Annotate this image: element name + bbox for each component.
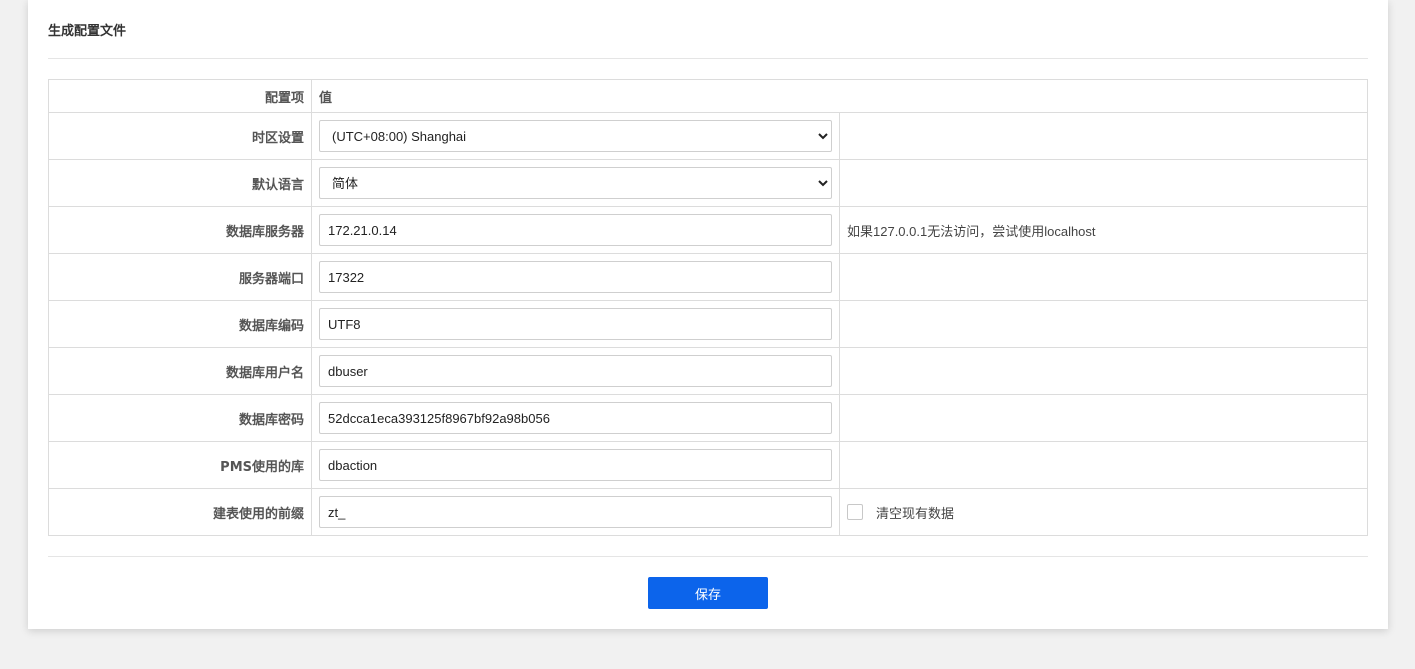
row-label-language: 默认语言 (48, 159, 312, 207)
row-hint-db-encoding (839, 300, 1368, 348)
table-row: 默认语言 简体 (48, 159, 1368, 207)
page-title: 生成配置文件 (48, 24, 127, 39)
clear-data-checkbox[interactable] (847, 504, 863, 520)
config-table: 配置项 值 时区设置 (UTC+08:00) Shanghai 默认语言 简体 … (48, 79, 1368, 536)
header-config-item: 配置项 (48, 79, 312, 113)
header-value: 值 (311, 79, 1368, 113)
row-label-timezone: 时区设置 (48, 112, 312, 160)
table-row: 数据库密码 (48, 394, 1368, 442)
row-hint-db-port (839, 253, 1368, 301)
db-user-input[interactable] (319, 355, 832, 387)
row-hint-db-password (839, 394, 1368, 442)
row-hint-timezone (839, 112, 1368, 160)
row-label-db-host: 数据库服务器 (48, 206, 312, 254)
table-row: PMS使用的库 (48, 441, 1368, 489)
panel-header: 生成配置文件 (48, 0, 1368, 59)
row-label-db-user: 数据库用户名 (48, 347, 312, 395)
table-header-row: 配置项 值 (48, 79, 1368, 113)
row-label-table-prefix: 建表使用的前缀 (48, 488, 312, 536)
db-encoding-input[interactable] (319, 308, 832, 340)
table-row: 数据库用户名 (48, 347, 1368, 395)
table-row: 数据库编码 (48, 300, 1368, 348)
row-hint-language (839, 159, 1368, 207)
db-port-input[interactable] (319, 261, 832, 293)
table-row: 数据库服务器 如果127.0.0.1无法访问，尝试使用localhost (48, 206, 1368, 254)
table-row: 服务器端口 (48, 253, 1368, 301)
clear-data-label[interactable]: 清空现有数据 (876, 503, 954, 522)
row-hint-db-user (839, 347, 1368, 395)
clear-data-option[interactable]: 清空现有数据 (847, 503, 1360, 522)
table-prefix-input[interactable] (319, 496, 832, 528)
row-label-db-name: PMS使用的库 (48, 441, 312, 489)
db-host-input[interactable] (319, 214, 832, 246)
db-host-hint: 如果127.0.0.1无法访问，尝试使用localhost (847, 223, 1096, 239)
save-button[interactable]: 保存 (648, 577, 768, 609)
row-label-db-password: 数据库密码 (48, 394, 312, 442)
row-label-db-encoding: 数据库编码 (48, 300, 312, 348)
row-hint-db-name (839, 441, 1368, 489)
timezone-select[interactable]: (UTC+08:00) Shanghai (319, 120, 832, 152)
table-row: 时区设置 (UTC+08:00) Shanghai (48, 112, 1368, 160)
table-row: 建表使用的前缀 清空现有数据 (48, 488, 1368, 536)
footer-divider (48, 556, 1368, 557)
language-select[interactable]: 简体 (319, 167, 832, 199)
row-label-db-port: 服务器端口 (48, 253, 312, 301)
config-panel: 生成配置文件 配置项 值 时区设置 (UTC+08:00) Shanghai 默… (28, 0, 1388, 629)
db-password-input[interactable] (319, 402, 832, 434)
db-name-input[interactable] (319, 449, 832, 481)
